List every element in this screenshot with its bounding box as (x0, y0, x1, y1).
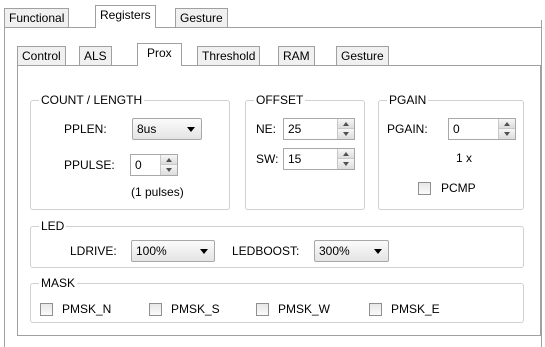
ppulse-note: (1 pulses) (131, 185, 184, 199)
tab-gesture-outer[interactable]: Gesture (175, 8, 228, 28)
panel-right-edge (541, 20, 542, 347)
ne-value: 25 (288, 122, 302, 136)
pgain-title: PGAIN (387, 93, 429, 107)
chevron-down-icon (200, 249, 208, 254)
ledboost-value: 300% (319, 244, 350, 258)
mask-title: MASK (39, 276, 78, 290)
tab-control[interactable]: Control (17, 46, 66, 66)
pplen-value: 8us (137, 122, 157, 136)
ledboost-label: LEDBOOST: (232, 244, 300, 258)
offset-title: OFFSET (254, 93, 306, 107)
ppulse-label: PPULSE: (64, 158, 115, 172)
ppulse-value: 0 (135, 158, 142, 172)
ppulse-stepper[interactable]: 0 (130, 154, 178, 176)
spin-up-icon[interactable] (161, 155, 177, 165)
pmsk-w-checkbox[interactable] (256, 303, 269, 316)
ledboost-select[interactable]: 300% (314, 240, 389, 262)
spin-down-icon[interactable] (338, 159, 354, 169)
ldrive-select[interactable]: 100% (131, 240, 215, 262)
sw-stepper[interactable]: 15 (283, 148, 355, 170)
chevron-down-icon (374, 249, 382, 254)
spin-down-icon[interactable] (338, 129, 354, 139)
pmsk-n-label[interactable]: PMSK_N (62, 301, 111, 317)
pcmp-label[interactable]: PCMP (441, 180, 476, 196)
pmsk-e-label[interactable]: PMSK_E (391, 301, 440, 317)
pgain-spin-buttons (498, 119, 515, 139)
tab-gesture-inner[interactable]: Gesture (336, 46, 389, 66)
ldrive-value: 100% (136, 244, 167, 258)
pmsk-w-label[interactable]: PMSK_W (278, 301, 330, 317)
ppulse-spin-buttons (160, 155, 177, 175)
tab-threshold[interactable]: Threshold (197, 46, 261, 66)
tab-als[interactable]: ALS (79, 46, 112, 66)
ne-spin-buttons (337, 119, 354, 139)
pcmp-checkbox[interactable] (418, 182, 431, 195)
sw-spin-buttons (337, 149, 354, 169)
tab-registers[interactable]: Registers (95, 5, 156, 28)
pmsk-n-checkbox[interactable] (40, 303, 53, 316)
spin-down-icon[interactable] (161, 165, 177, 175)
pplen-select[interactable]: 8us (132, 118, 202, 140)
spin-up-icon[interactable] (338, 119, 354, 129)
chevron-down-icon (187, 127, 195, 132)
pgain-label: PGAIN: (387, 122, 428, 136)
sw-value: 15 (288, 152, 302, 166)
ne-stepper[interactable]: 25 (283, 118, 355, 140)
tab-functional[interactable]: Functional (4, 8, 70, 28)
ldrive-label: LDRIVE: (70, 244, 117, 258)
ne-label: NE: (256, 122, 277, 136)
spin-up-icon[interactable] (499, 119, 515, 129)
spin-down-icon[interactable] (499, 129, 515, 139)
pmsk-e-checkbox[interactable] (369, 303, 382, 316)
pplen-label: PPLEN: (64, 122, 107, 136)
led-title: LED (39, 219, 67, 233)
tab-ram[interactable]: RAM (278, 46, 315, 66)
pgain-multiplier: 1 x (456, 151, 473, 165)
count-length-title: COUNT / LENGTH (39, 93, 145, 107)
sw-label: SW: (256, 152, 279, 166)
tab-prox[interactable]: Prox (137, 43, 182, 66)
pgain-stepper[interactable]: 0 (448, 118, 516, 140)
spin-up-icon[interactable] (338, 149, 354, 159)
pgain-value: 0 (453, 122, 460, 136)
pmsk-s-checkbox[interactable] (149, 303, 162, 316)
pmsk-s-label[interactable]: PMSK_S (171, 301, 220, 317)
